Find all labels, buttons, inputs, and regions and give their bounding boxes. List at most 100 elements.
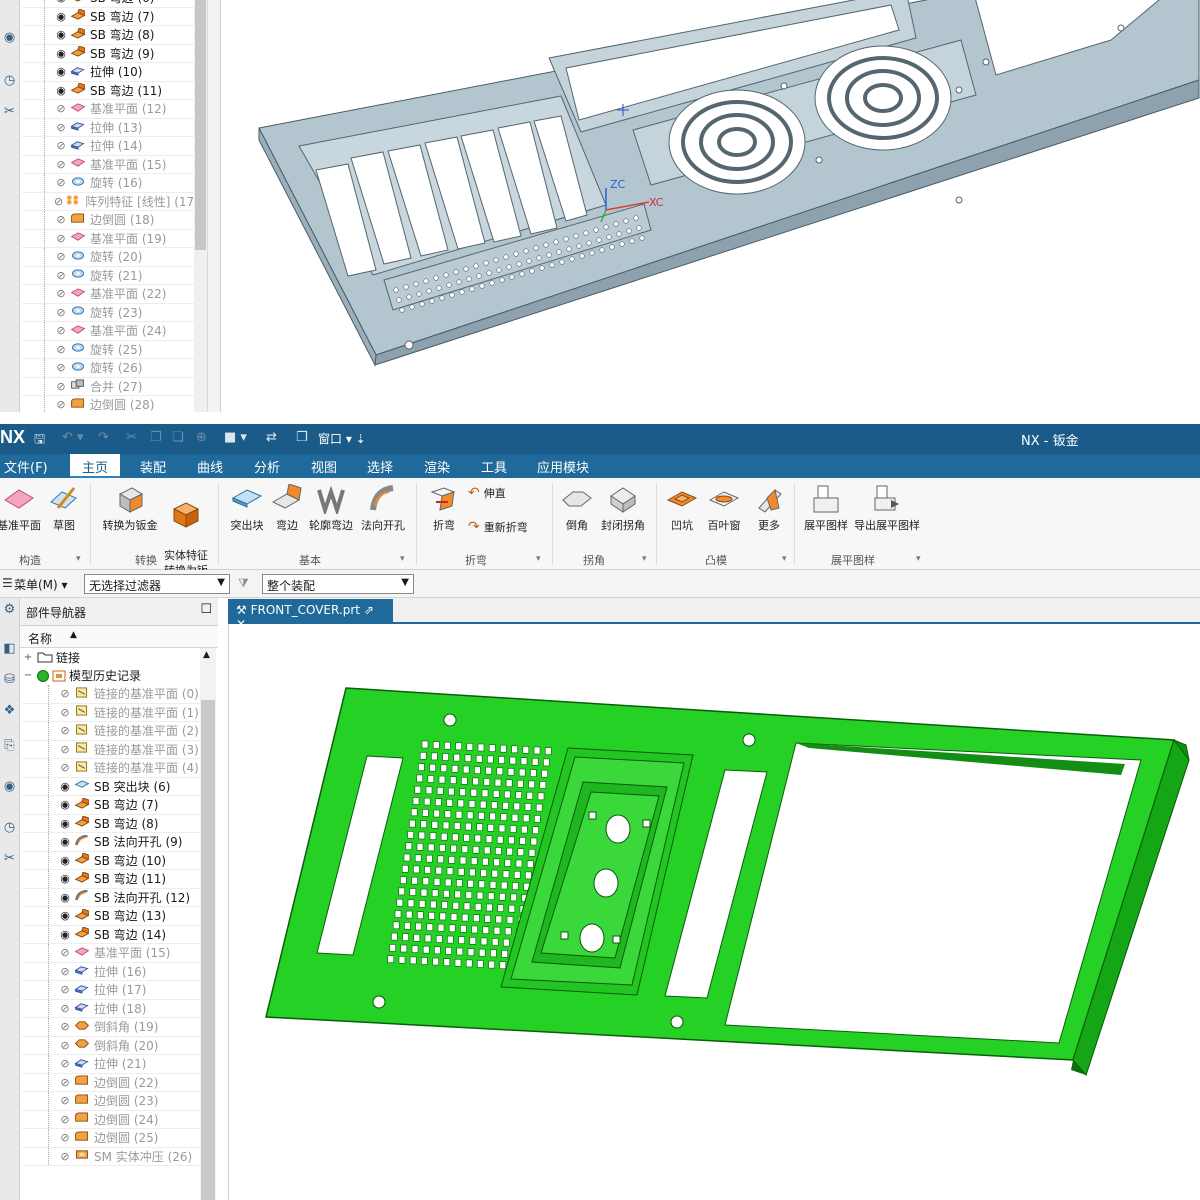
bend-button[interactable]: 折弯: [422, 484, 466, 533]
tree-node-feature[interactable]: ◉ SB 弯边 (8): [22, 26, 194, 45]
tree-node-feature[interactable]: ⊘ 基准平面 (15): [22, 155, 194, 174]
hidden-eye-icon[interactable]: ⊘: [54, 343, 68, 356]
history-icon[interactable]: ◷: [1, 73, 18, 88]
sort-ascending-icon[interactable]: ▲: [70, 630, 77, 640]
hidden-eye-icon[interactable]: ⊘: [54, 213, 68, 226]
hidden-eye-icon[interactable]: ⊘: [58, 1020, 72, 1033]
visible-eye-icon[interactable]: ◉: [58, 928, 72, 941]
hidden-eye-icon[interactable]: ⊘: [58, 946, 72, 959]
visible-eye-icon[interactable]: ◉: [58, 891, 72, 904]
tree-node-feature[interactable]: ⊘ 旋转 (20): [22, 248, 194, 267]
tree-node-feature[interactable]: ⊘ 旋转 (26): [22, 359, 194, 378]
cut-icon[interactable]: ✂: [126, 430, 137, 445]
selection-scope-dropdown[interactable]: 整个装配 ▼: [262, 574, 414, 594]
tree-node-feature[interactable]: ⊘ 倒斜角 (19): [22, 1018, 200, 1037]
louver-button[interactable]: 百叶窗: [702, 484, 746, 533]
tree-node-links[interactable]: + 链接: [22, 648, 200, 667]
export-flat-pattern-button[interactable]: 导出展平图样: [852, 484, 922, 533]
closed-corner-button[interactable]: 封闭拐角: [598, 484, 648, 533]
hidden-eye-icon[interactable]: ⊘: [54, 269, 68, 282]
tree-node-feature[interactable]: ⊘ 边倒圆 (24): [22, 1110, 200, 1129]
tree-node-feature[interactable]: ⊘ 链接的基准平面 (0): [22, 685, 200, 704]
rebend-button[interactable]: ↷ 重新折弯: [468, 520, 548, 535]
tree-node-feature[interactable]: ⊘ 倒斜角 (20): [22, 1036, 200, 1055]
tree-node-feature[interactable]: ⊘ 拉伸 (18): [22, 999, 200, 1018]
tree-node-feature[interactable]: ⊘ 链接的基准平面 (4): [22, 759, 200, 778]
tree-node-feature[interactable]: ◉ SB 弯边 (13): [22, 907, 200, 926]
tree-node-feature[interactable]: ⊘ SM 实体冲压 (26): [22, 1147, 200, 1166]
hidden-eye-icon[interactable]: ⊘: [54, 121, 68, 134]
tree-node-feature[interactable]: ◉ 拉伸 (10): [22, 63, 194, 82]
hidden-eye-icon[interactable]: ⊘: [58, 743, 72, 756]
hidden-eye-icon[interactable]: ⊘: [58, 761, 72, 774]
visible-eye-icon[interactable]: ◉: [58, 835, 72, 848]
tab-feature-button[interactable]: 突出块: [226, 484, 268, 533]
group-corner-expand-icon[interactable]: ▾: [642, 554, 647, 564]
hidden-eye-icon[interactable]: ⊘: [54, 306, 68, 319]
tree-node-feature[interactable]: ⊘ 拉伸 (17): [22, 981, 200, 1000]
tree-node-feature[interactable]: ⊘ 链接的基准平面 (1): [22, 703, 200, 722]
hidden-eye-icon[interactable]: ⊘: [58, 965, 72, 978]
flange-button[interactable]: 弯边: [270, 484, 304, 533]
visible-eye-icon[interactable]: ◉: [58, 872, 72, 885]
hidden-eye-icon[interactable]: ⊘: [58, 1057, 72, 1070]
hidden-eye-icon[interactable]: ⊘: [58, 687, 72, 700]
tab-render[interactable]: 渲染: [424, 457, 450, 476]
menu-icon[interactable]: ☰: [2, 576, 13, 590]
tab-curve[interactable]: 曲线: [197, 457, 223, 476]
touch-mode-icon[interactable]: ⇄: [266, 430, 277, 445]
tree-node-feature[interactable]: ◉ SB 弯边 (7): [22, 7, 194, 26]
hidden-eye-icon[interactable]: ⊘: [58, 1150, 72, 1163]
tree-node-feature[interactable]: ⊘ 合并 (27): [22, 377, 194, 396]
web-icon[interactable]: ❖: [1, 703, 18, 718]
tools-icon[interactable]: ✂: [1, 104, 18, 119]
hidden-eye-icon[interactable]: ⊘: [54, 232, 68, 245]
tree-node-feature[interactable]: ⊘ 边倒圆 (23): [22, 1092, 200, 1111]
part-navigator-icon[interactable]: ⛁: [1, 672, 18, 687]
tree-node-feature[interactable]: ◉ SB 弯边 (6): [22, 0, 194, 8]
visible-eye-icon[interactable]: ◉: [58, 909, 72, 922]
hidden-eye-icon[interactable]: ⊘: [54, 324, 68, 337]
tree-node-feature[interactable]: ⊘ 边倒圆 (22): [22, 1073, 200, 1092]
reuse-library-icon[interactable]: ⎘: [1, 738, 18, 753]
visible-eye-icon[interactable]: ◉: [54, 65, 68, 78]
tab-view[interactable]: 视图: [311, 457, 337, 476]
tree-node-feature[interactable]: ⊘ 基准平面 (24): [22, 322, 194, 341]
maximize-icon[interactable]: ☐: [200, 602, 212, 617]
tab-analysis[interactable]: 分析: [254, 457, 280, 476]
tab-application[interactable]: 应用模块: [537, 457, 589, 476]
hidden-eye-icon[interactable]: ⊘: [54, 195, 63, 208]
dimple-button[interactable]: 凹坑: [662, 484, 702, 533]
group-bend-expand-icon[interactable]: ▾: [536, 554, 541, 564]
menu-button[interactable]: 菜单(M) ▾: [14, 576, 68, 593]
tree-node-feature[interactable]: ⊘ 旋转 (21): [22, 266, 194, 285]
hidden-eye-icon[interactable]: ⊘: [58, 706, 72, 719]
normal-cutout-button[interactable]: 法向开孔: [358, 484, 408, 533]
hidden-eye-icon[interactable]: ⊘: [58, 1113, 72, 1126]
tree-node-feature[interactable]: ◉ SB 弯边 (11): [22, 81, 194, 100]
bottom-graphics-window[interactable]: [228, 624, 1200, 1200]
tab-tools[interactable]: 工具: [481, 457, 507, 476]
group-basic-expand-icon[interactable]: ▾: [400, 554, 405, 564]
hidden-eye-icon[interactable]: ⊘: [58, 1002, 72, 1015]
hidden-eye-icon[interactable]: ⊘: [54, 158, 68, 171]
visible-eye-icon[interactable]: ◉: [58, 854, 72, 867]
tree-node-feature[interactable]: ◉ SB 突出块 (6): [22, 777, 200, 796]
group-punch-expand-icon[interactable]: ▾: [782, 554, 787, 564]
hidden-eye-icon[interactable]: ⊘: [54, 102, 68, 115]
unbend-button[interactable]: ↶ 伸直: [468, 486, 528, 501]
visible-eye-icon[interactable]: ◉: [54, 28, 68, 41]
visible-eye-icon[interactable]: ◉: [58, 780, 72, 793]
hidden-eye-icon[interactable]: ⊘: [54, 361, 68, 374]
tree-node-feature[interactable]: ⊘ 链接的基准平面 (3): [22, 740, 200, 759]
tree-node-feature[interactable]: ⊘ 拉伸 (16): [22, 962, 200, 981]
sketch-button[interactable]: 草图: [46, 484, 82, 533]
document-tab[interactable]: ⚒ FRONT_COVER.prt ⇗ ✕: [228, 599, 393, 631]
group-construct-expand-icon[interactable]: ▾: [76, 554, 81, 564]
hidden-eye-icon[interactable]: ⊘: [54, 380, 68, 393]
tab-select[interactable]: 选择: [367, 457, 393, 476]
hidden-eye-icon[interactable]: ⊘: [58, 724, 72, 737]
tree-node-feature[interactable]: ⊘ 旋转 (23): [22, 303, 194, 322]
expand-icon[interactable]: +: [22, 652, 34, 663]
hidden-eye-icon[interactable]: ⊘: [54, 287, 68, 300]
